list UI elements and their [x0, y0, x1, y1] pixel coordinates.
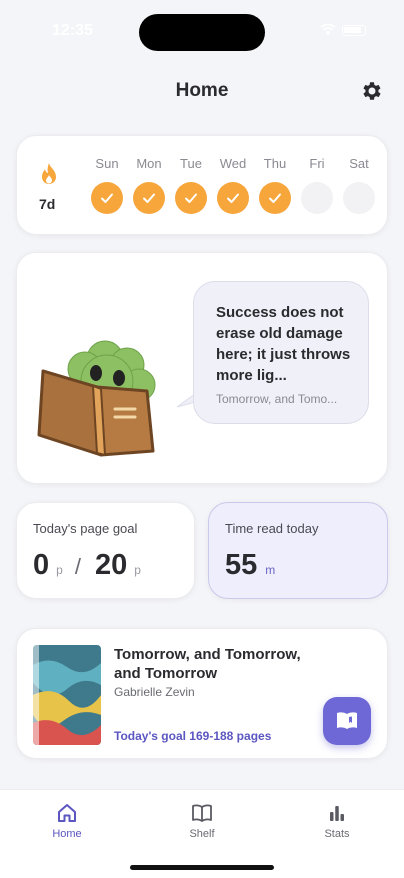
check-icon	[227, 193, 239, 203]
header: Home	[0, 70, 404, 112]
home-indicator	[130, 865, 274, 870]
page-goal-value: 0 p / 20 p	[33, 549, 141, 582]
battery-icon	[342, 24, 366, 36]
streak-card[interactable]: 7d Sun Mon Tue Wed Thu Fri Sat	[16, 135, 388, 235]
streak-day-mon: Mon	[133, 156, 165, 214]
streak-day-label: Thu	[263, 156, 287, 171]
streak-day-complete	[175, 182, 207, 214]
quote-card[interactable]: Success does not erase old damage here; …	[16, 252, 388, 484]
book-author: Gabrielle Zevin	[114, 685, 195, 699]
tab-stats-label: Stats	[324, 828, 350, 840]
streak-count: 7d	[39, 196, 56, 212]
streak-day-complete	[133, 182, 165, 214]
time-read-value-row: 55 m	[225, 549, 275, 582]
tab-home[interactable]: Home	[32, 802, 102, 840]
book-title[interactable]: Tomorrow, and Tomorrow, and Tomorrow	[114, 645, 314, 683]
time-read-card[interactable]: Time read today 55 m	[208, 502, 388, 599]
tab-shelf-label: Shelf	[189, 828, 215, 840]
streak-day-label: Tue	[180, 156, 202, 171]
page-goal-card[interactable]: Today's page goal 0 p / 20 p	[16, 502, 195, 599]
status-icons	[320, 24, 366, 36]
streak-day-complete	[259, 182, 291, 214]
goal-separator: /	[74, 554, 81, 579]
status-time: 12:35	[52, 22, 93, 39]
status-bar: 12:35	[0, 0, 404, 60]
page-goal-label: Today's page goal	[33, 521, 138, 536]
page-goal-unit: p	[134, 563, 141, 577]
streak-day-incomplete	[301, 182, 333, 214]
tab-shelf[interactable]: Shelf	[167, 802, 237, 840]
streak-day-sun: Sun	[91, 156, 123, 214]
book-cover-image[interactable]	[33, 645, 101, 745]
check-icon	[269, 193, 281, 203]
flame-icon	[42, 163, 56, 184]
streak-day-label: Sat	[349, 156, 369, 171]
streak-day-label: Wed	[219, 156, 247, 171]
streak-day-incomplete	[343, 182, 375, 214]
quote-source: Tomorrow, and Tomo...	[216, 392, 338, 406]
open-book-icon	[192, 804, 212, 822]
current-book-card[interactable]: Tomorrow, and Tomorrow, and Tomorrow Gab…	[16, 628, 388, 759]
book-daily-goal: Today's goal 169-188 pages	[114, 729, 272, 743]
tab-home-label: Home	[52, 828, 82, 840]
pages-read-value: 0	[33, 549, 50, 581]
streak-day-label: Fri	[309, 156, 325, 171]
dynamic-island	[139, 14, 265, 51]
check-icon	[101, 193, 113, 203]
gear-icon[interactable]	[360, 79, 384, 103]
start-reading-button[interactable]	[323, 697, 371, 745]
quote-text: Success does not erase old damage here; …	[216, 304, 351, 384]
check-icon	[143, 193, 155, 203]
streak-day-complete	[91, 182, 123, 214]
streak-day-wed: Wed	[217, 156, 249, 214]
streak-day-complete	[217, 182, 249, 214]
streak-day-label: Sun	[95, 156, 119, 171]
tab-stats[interactable]: Stats	[302, 802, 372, 840]
pages-read-unit: p	[56, 563, 63, 577]
streak-day-thu: Thu	[259, 156, 291, 214]
page-goal-target: 20	[94, 549, 128, 581]
time-read-unit: m	[265, 563, 276, 577]
time-read-label: Time read today	[225, 521, 319, 536]
streak-day-label: Mon	[136, 156, 162, 171]
page-title: Home	[175, 80, 229, 101]
home-icon	[58, 804, 76, 822]
streak-day-sat: Sat	[343, 156, 375, 214]
quote-bubble: Success does not erase old damage here; …	[193, 281, 369, 424]
streak-day-tue: Tue	[175, 156, 207, 214]
open-book-icon	[337, 712, 357, 729]
time-read-value: 55	[225, 549, 258, 581]
book-mascot-illustration	[37, 340, 156, 457]
wifi-icon	[320, 24, 336, 35]
check-icon	[185, 193, 197, 203]
streak-day-fri: Fri	[301, 156, 333, 214]
bar-chart-icon	[330, 806, 344, 821]
